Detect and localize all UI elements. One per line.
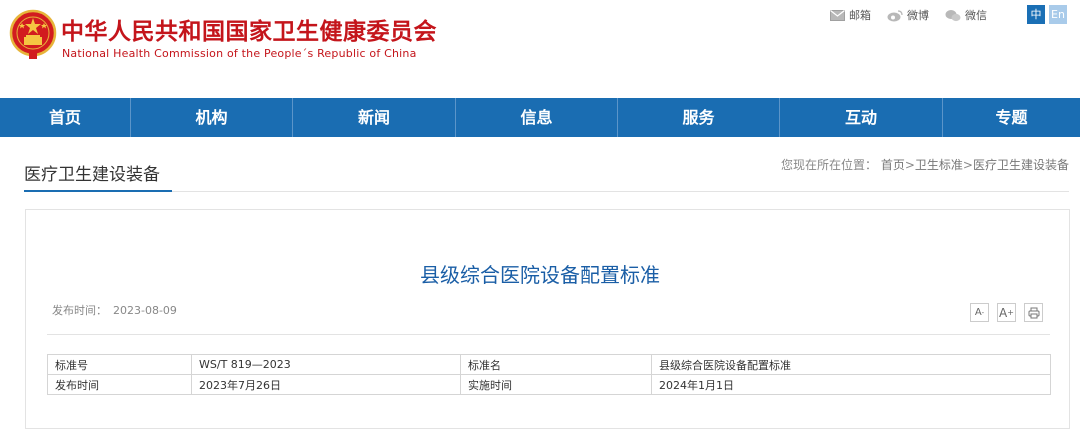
breadcrumb-home[interactable]: 首页 bbox=[881, 158, 905, 172]
site-subtitle-en[interactable]: National Health Commission of the People… bbox=[62, 47, 417, 60]
article-title: 县级综合医院设备配置标准 bbox=[420, 263, 660, 287]
article-tools: A- A + bbox=[970, 303, 1051, 322]
section-title: 医疗卫生建设装备 bbox=[24, 165, 160, 185]
table-cell: WS/T 819—2023 bbox=[191, 354, 461, 375]
breadcrumb-current[interactable]: 医疗卫生建设装备 bbox=[973, 158, 1069, 172]
table-cell: 发布时间 bbox=[47, 374, 192, 395]
font-small-sup: - bbox=[981, 308, 985, 317]
table-cell: 标准号 bbox=[47, 354, 192, 375]
print-button[interactable] bbox=[1024, 303, 1043, 322]
font-increase-button[interactable]: A + bbox=[997, 303, 1016, 322]
mail-icon bbox=[830, 9, 845, 21]
nav-item-interact[interactable]: 互动 bbox=[780, 98, 943, 137]
nav-item-home[interactable]: 首页 bbox=[0, 98, 131, 137]
wechat-icon bbox=[945, 9, 961, 21]
national-emblem-icon bbox=[9, 9, 57, 59]
main-nav: 首页 机构 新闻 信息 服务 互动 专题 bbox=[0, 98, 1080, 137]
table-cell: 实施时间 bbox=[460, 374, 652, 395]
mail-link[interactable]: 邮箱 bbox=[830, 7, 871, 23]
breadcrumb: 您现在所在位置： 首页>卫生标准>医疗卫生建设装备 bbox=[781, 156, 1069, 173]
table-row: 标准号 WS/T 819—2023 标准名 县级综合医院设备配置标准 bbox=[47, 354, 1051, 375]
table-row: 发布时间 2023年7月26日 实施时间 2024年1月1日 bbox=[47, 374, 1051, 395]
article-container bbox=[25, 209, 1070, 429]
weibo-icon bbox=[887, 9, 903, 21]
breadcrumb-separator: > bbox=[962, 158, 973, 172]
mail-label: 邮箱 bbox=[849, 9, 871, 22]
font-small-glyph: A bbox=[974, 307, 982, 318]
wechat-label: 微信 bbox=[965, 9, 987, 22]
font-large-glyph: A bbox=[999, 305, 1008, 320]
breadcrumb-standards[interactable]: 卫生标准 bbox=[915, 158, 963, 172]
section-active-underline bbox=[24, 190, 172, 192]
font-decrease-button[interactable]: A- bbox=[970, 303, 989, 322]
breadcrumb-separator: > bbox=[904, 158, 915, 172]
section-divider bbox=[24, 191, 1069, 192]
wechat-link[interactable]: 微信 bbox=[945, 7, 987, 23]
nav-item-info[interactable]: 信息 bbox=[456, 98, 618, 137]
table-cell: 2024年1月1日 bbox=[651, 374, 1051, 395]
table-cell: 2023年7月26日 bbox=[191, 374, 461, 395]
weibo-link[interactable]: 微博 bbox=[887, 7, 929, 23]
site-header: 中华人民共和国国家卫生健康委员会 National Health Commiss… bbox=[0, 0, 1080, 97]
standard-info-table: 标准号 WS/T 819—2023 标准名 县级综合医院设备配置标准 发布时间 … bbox=[47, 354, 1051, 395]
top-links: 邮箱 微博 微信 bbox=[830, 6, 1003, 24]
breadcrumb-prefix: 您现在所在位置： bbox=[780, 158, 877, 172]
nav-item-news[interactable]: 新闻 bbox=[293, 98, 456, 137]
lang-zh-button[interactable]: 中 bbox=[1027, 5, 1045, 24]
publish-date-label: 发布时间： bbox=[52, 304, 107, 317]
publish-date: 发布时间： 2023-08-09 bbox=[52, 302, 177, 318]
font-large-sup: + bbox=[1007, 308, 1014, 317]
site-title[interactable]: 中华人民共和国国家卫生健康委员会 bbox=[61, 12, 437, 46]
nav-item-org[interactable]: 机构 bbox=[131, 98, 293, 137]
nav-item-service[interactable]: 服务 bbox=[618, 98, 780, 137]
table-cell: 县级综合医院设备配置标准 bbox=[651, 354, 1051, 375]
article-divider bbox=[47, 334, 1050, 335]
lang-en-button[interactable]: En bbox=[1049, 5, 1067, 24]
table-cell: 标准名 bbox=[460, 354, 652, 375]
nav-item-topics[interactable]: 专题 bbox=[943, 98, 1080, 137]
publish-date-value: 2023-08-09 bbox=[113, 304, 177, 317]
weibo-label: 微博 bbox=[907, 9, 929, 22]
print-icon bbox=[1028, 307, 1039, 318]
